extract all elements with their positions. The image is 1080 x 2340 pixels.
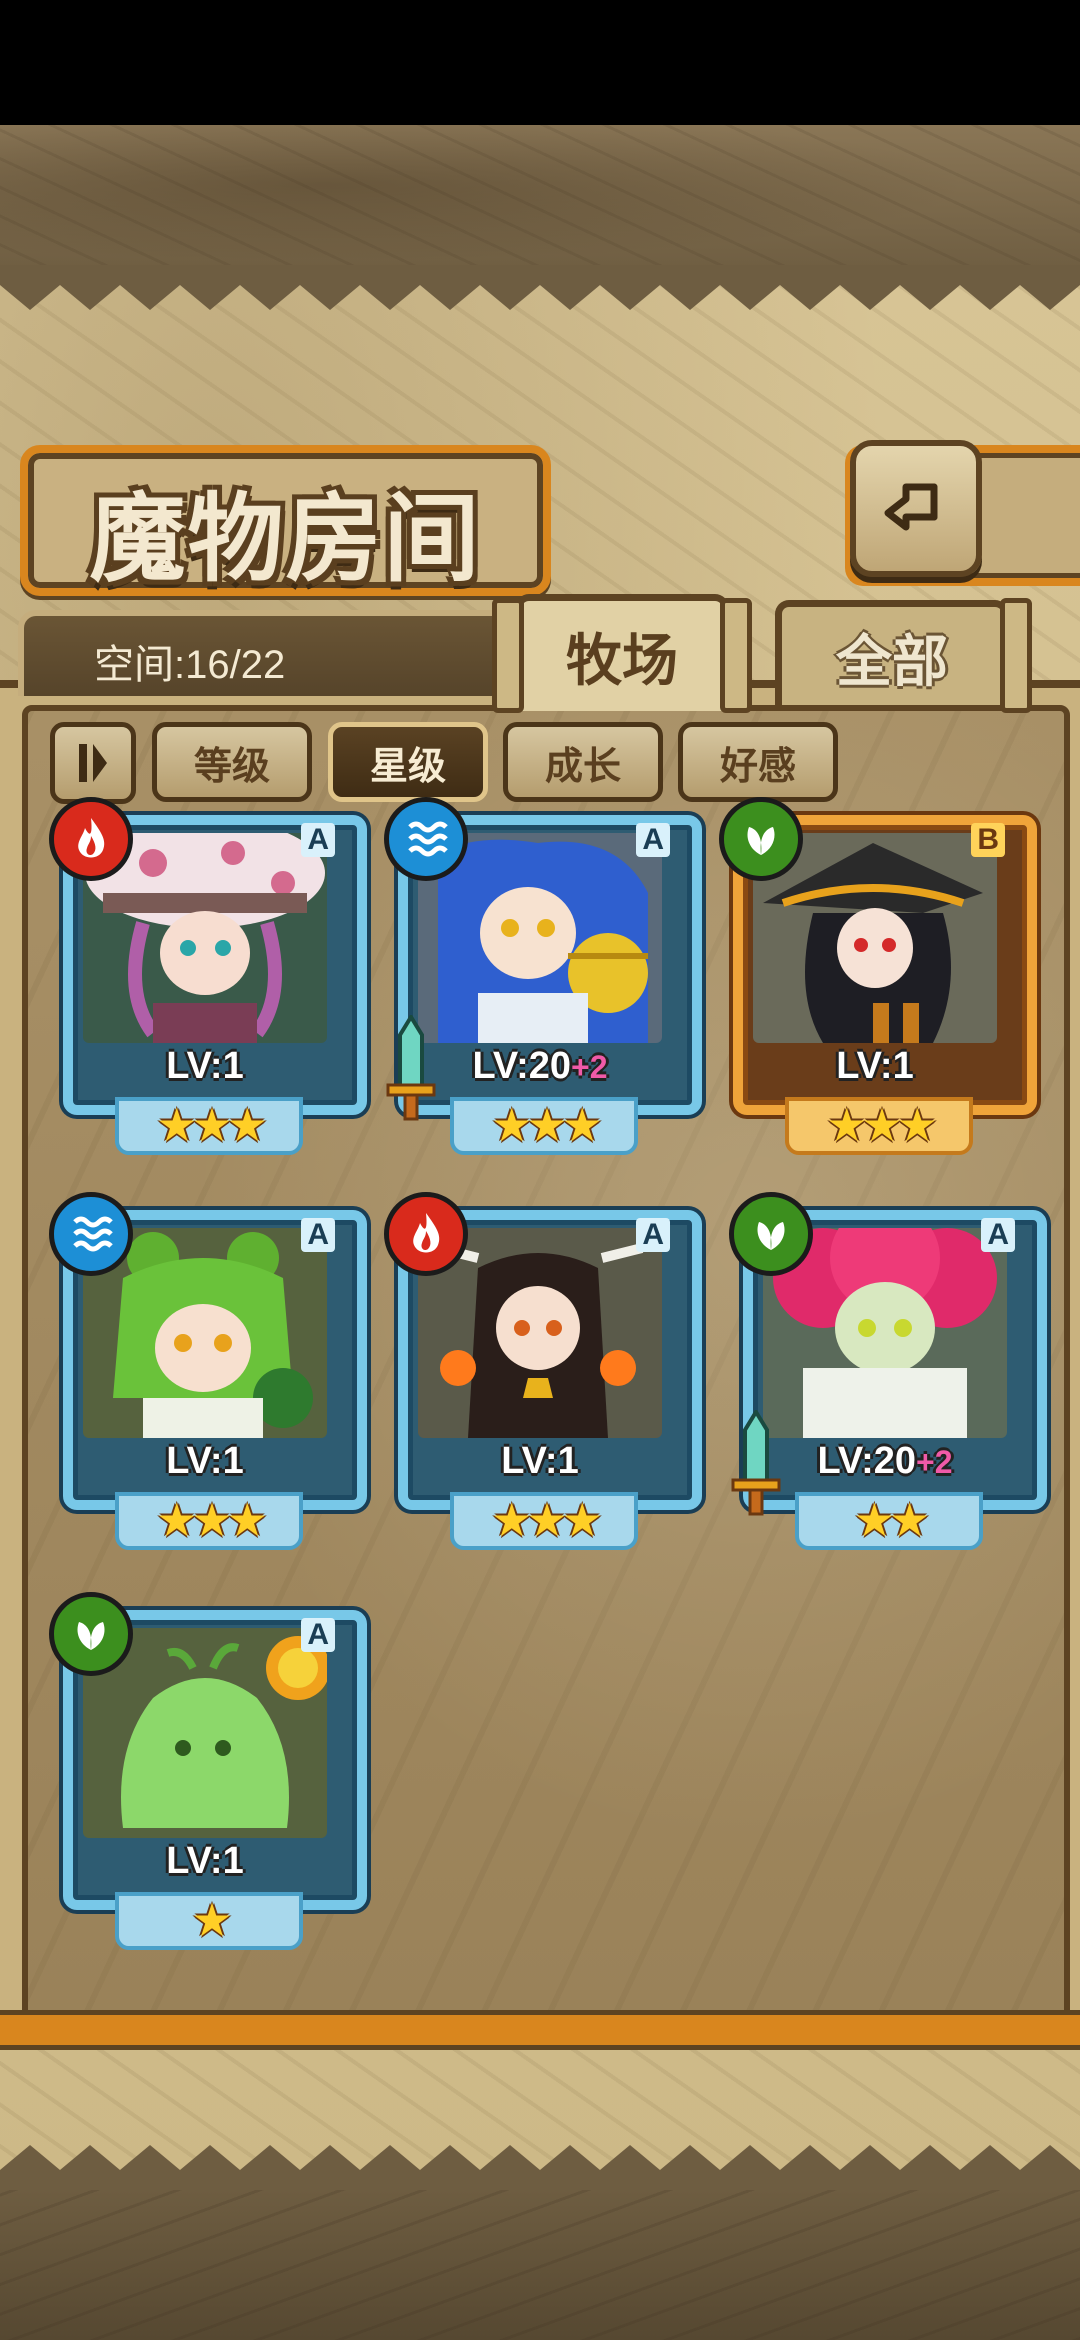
capacity-tab: 空间:16/22 xyxy=(18,610,510,696)
title-plate: 魔物房间 xyxy=(20,445,551,596)
rank-badge: A xyxy=(301,1618,335,1652)
tab-post xyxy=(492,598,524,713)
level-label: LV:1 xyxy=(166,1045,244,1087)
tab-ranch[interactable]: 牧场 xyxy=(515,594,729,711)
star-rating: ★★★ xyxy=(450,1097,638,1155)
tab-post xyxy=(720,598,752,713)
water-element-icon xyxy=(384,797,468,881)
equipped-sword-icon xyxy=(386,1015,436,1121)
sort-growth-button[interactable]: 成长 xyxy=(503,722,663,802)
rank-badge: B xyxy=(971,823,1005,857)
level-label: LV:1 xyxy=(501,1440,579,1482)
rank-badge: A xyxy=(301,1218,335,1252)
status-bar xyxy=(0,0,1080,125)
equipped-sword-icon xyxy=(731,1410,781,1516)
rank-badge: A xyxy=(981,1218,1015,1252)
level-label: LV:1 xyxy=(836,1045,914,1087)
monster-card[interactable]: A LV:1 ★ xyxy=(49,1592,367,1950)
sort-level-button[interactable]: 等级 xyxy=(152,722,312,802)
star-icons: ★★★ xyxy=(491,1493,603,1547)
star-icons: ★★★ xyxy=(826,1098,938,1152)
monster-card[interactable]: A LV:1 ★★★ xyxy=(49,1192,367,1550)
banner-bottom-edge xyxy=(0,2145,1080,2190)
monster-card[interactable]: A LV:20+2 ★★ xyxy=(729,1192,1047,1550)
star-rating: ★★★ xyxy=(115,1097,303,1155)
star-rating: ★★★ xyxy=(450,1492,638,1550)
star-icons: ★★★ xyxy=(491,1098,603,1152)
back-button[interactable] xyxy=(850,440,982,577)
monster-card[interactable]: A LV:1 ★★★ xyxy=(384,1192,702,1550)
map-background-bottom xyxy=(0,2190,1080,2340)
monster-card[interactable]: B LV:1 ★★★ xyxy=(719,797,1037,1155)
panel-bottom-bar xyxy=(0,2010,1080,2050)
wood-element-icon xyxy=(729,1192,813,1276)
star-icons: ★★★ xyxy=(156,1098,268,1152)
return-arrow-icon xyxy=(884,483,938,530)
star-icons: ★★ xyxy=(853,1493,931,1547)
star-rating: ★★★ xyxy=(785,1097,973,1155)
sort-order-toggle[interactable] xyxy=(50,722,136,804)
sort-affection-button[interactable]: 好感 xyxy=(678,722,838,802)
tab-all[interactable]: 全部 xyxy=(775,600,1009,707)
sort-order-icon xyxy=(79,744,107,782)
monster-card[interactable]: A LV:1 ★★★ xyxy=(49,797,367,1155)
level-label: LV:1 xyxy=(166,1840,244,1882)
level-label: LV:1 xyxy=(166,1440,244,1482)
water-element-icon xyxy=(49,1192,133,1276)
star-rating: ★★★ xyxy=(115,1492,303,1550)
banner-top-edge xyxy=(0,265,1080,310)
rank-badge: A xyxy=(301,823,335,857)
rank-badge: A xyxy=(636,1218,670,1252)
tab-post xyxy=(1000,598,1032,713)
wood-element-icon xyxy=(719,797,803,881)
star-rating: ★★ xyxy=(795,1492,983,1550)
fire-element-icon xyxy=(384,1192,468,1276)
capacity-label: 空间:16/22 xyxy=(94,643,286,687)
rank-badge: A xyxy=(636,823,670,857)
page-title: 魔物房间 xyxy=(89,482,482,595)
sort-stars-button[interactable]: 星级 xyxy=(328,722,488,802)
star-icons: ★ xyxy=(191,1893,232,1947)
map-background-top xyxy=(0,125,1080,275)
wood-element-icon xyxy=(49,1592,133,1676)
star-icons: ★★★ xyxy=(156,1493,268,1547)
monster-card[interactable]: A LV:20+2 ★★★ xyxy=(384,797,702,1155)
fire-element-icon xyxy=(49,797,133,881)
star-rating: ★ xyxy=(115,1892,303,1950)
